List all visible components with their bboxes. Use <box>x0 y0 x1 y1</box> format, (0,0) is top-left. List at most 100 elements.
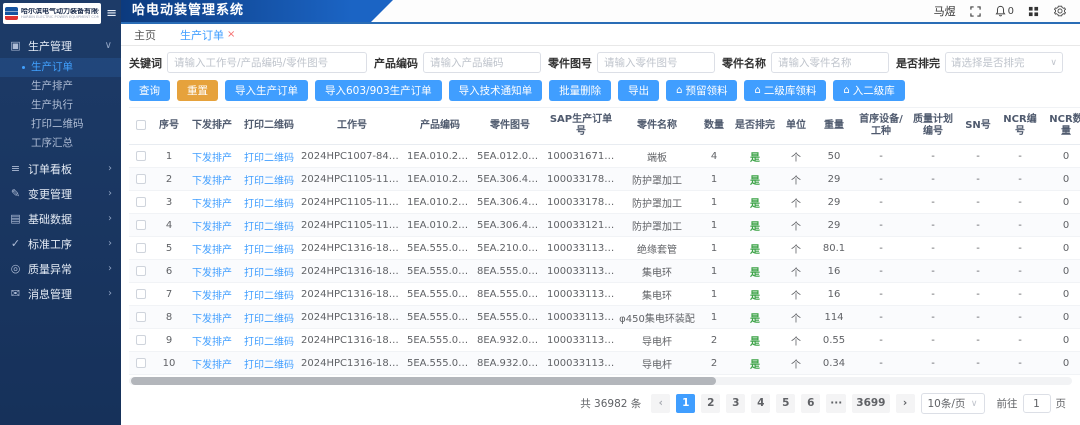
row-checkbox[interactable] <box>136 358 146 368</box>
filter-input-零件名称[interactable] <box>771 52 889 73</box>
row-checkbox[interactable] <box>136 151 146 161</box>
filter-input-零件图号[interactable] <box>597 52 715 73</box>
filter-select-是否排完[interactable]: 请选择是否排完∨ <box>945 52 1063 73</box>
button-入二级库[interactable]: ⌂入二级库 <box>833 80 904 101</box>
tab-主页[interactable]: 主页 <box>134 24 156 45</box>
table-row: 1下发排产打印二维码2024HPC1007-847-11EA.010.21175… <box>129 145 1080 168</box>
sidebar-item-工序汇总[interactable]: 工序汇总 <box>0 134 121 153</box>
sidebar-collapse-icon[interactable]: ≡ <box>104 7 119 20</box>
cell-scheduled: 是 <box>731 191 779 214</box>
more-pages-button[interactable]: ··· <box>826 394 846 413</box>
schedule-link[interactable]: 下发排产 <box>192 291 232 302</box>
sidebar-group-label: 订单看板 <box>28 161 102 177</box>
cell-work-no: 2024HPC1316-1833-2 <box>299 260 405 283</box>
apps-grid-icon[interactable] <box>1027 5 1040 18</box>
sidebar-group-变更管理[interactable]: ✎变更管理› <box>0 181 121 206</box>
settings-gear-icon[interactable] <box>1053 5 1066 18</box>
sidebar-group-基础数据[interactable]: ▤基础数据› <box>0 206 121 231</box>
goto-page-input[interactable] <box>1023 394 1051 413</box>
button-label: 二级库领料 <box>764 83 817 98</box>
user-name[interactable]: 马煜 <box>934 3 956 19</box>
column-header-数量: 数量 <box>697 108 731 145</box>
filter-input-产品编码[interactable] <box>423 52 541 73</box>
horizontal-scrollbar-thumb[interactable] <box>131 377 716 385</box>
next-page-button[interactable]: › <box>896 394 915 413</box>
page-button-6[interactable]: 6 <box>801 394 820 413</box>
notification-bell-icon[interactable]: 0 <box>995 5 1014 17</box>
row-checkbox[interactable] <box>136 197 146 207</box>
sidebar-item-打印二维码[interactable]: 打印二维码 <box>0 115 121 134</box>
sidebar-group-质量异常[interactable]: ◎质量异常› <box>0 256 121 281</box>
print-qr-link[interactable]: 打印二维码 <box>244 314 294 325</box>
cell-part-name: 导电杆 <box>617 329 697 352</box>
filter-row: 关键词产品编码零件图号零件名称是否排完请选择是否排完∨ <box>129 52 1072 73</box>
schedule-link[interactable]: 下发排产 <box>192 360 232 371</box>
page-button-5[interactable]: 5 <box>776 394 795 413</box>
page-button-3699[interactable]: 3699 <box>852 394 889 413</box>
schedule-link[interactable]: 下发排产 <box>192 268 232 279</box>
sidebar-group-标准工序[interactable]: ✓标准工序› <box>0 231 121 256</box>
button-二级库领料[interactable]: ⌂二级库领料 <box>744 80 826 101</box>
fullscreen-icon[interactable] <box>969 5 982 18</box>
row-checkbox[interactable] <box>136 289 146 299</box>
cell-ncr-qty: 0 <box>1043 352 1080 375</box>
sidebar-group-生产管理[interactable]: ▣生产管理∨ <box>0 33 121 58</box>
print-qr-link[interactable]: 打印二维码 <box>244 222 294 233</box>
page-button-3[interactable]: 3 <box>726 394 745 413</box>
print-qr-link[interactable]: 打印二维码 <box>244 360 294 371</box>
prev-page-button[interactable]: ‹ <box>651 394 670 413</box>
tab-close-icon[interactable]: × <box>227 29 235 40</box>
row-checkbox[interactable] <box>136 335 146 345</box>
page-button-2[interactable]: 2 <box>701 394 720 413</box>
button-导入技术通知单[interactable]: 导入技术通知单 <box>449 80 543 101</box>
button-导入603/903生产订单[interactable]: 导入603/903生产订单 <box>315 80 442 101</box>
schedule-link[interactable]: 下发排产 <box>192 245 232 256</box>
schedule-link[interactable]: 下发排产 <box>192 199 232 210</box>
cell-sn: - <box>959 306 997 329</box>
print-qr-link[interactable]: 打印二维码 <box>244 337 294 348</box>
page-button-4[interactable]: 4 <box>751 394 770 413</box>
select-all-checkbox[interactable] <box>136 120 146 130</box>
schedule-link[interactable]: 下发排产 <box>192 337 232 348</box>
button-导出[interactable]: 导出 <box>618 80 659 101</box>
row-checkbox[interactable] <box>136 220 146 230</box>
button-批量删除[interactable]: 批量删除 <box>549 80 611 101</box>
sidebar-item-生产订单[interactable]: 生产订单 <box>0 58 121 77</box>
cell-part-no: 8EA.555.0347 <box>475 283 545 306</box>
schedule-link[interactable]: 下发排产 <box>192 314 232 325</box>
row-checkbox[interactable] <box>136 266 146 276</box>
cell-no: 10 <box>153 352 185 375</box>
schedule-link[interactable]: 下发排产 <box>192 176 232 187</box>
button-预留领料[interactable]: ⌂预留领料 <box>666 80 737 101</box>
schedule-link[interactable]: 下发排产 <box>192 222 232 233</box>
button-查询[interactable]: 查询 <box>129 80 170 101</box>
row-checkbox[interactable] <box>136 174 146 184</box>
goto-label: 前往 <box>997 396 1018 411</box>
cell-sap-no: 10003167172 <box>545 145 617 168</box>
tab-生产订单[interactable]: 生产订单× <box>180 24 235 45</box>
row-checkbox[interactable] <box>136 312 146 322</box>
print-qr-link[interactable]: 打印二维码 <box>244 268 294 279</box>
print-qr-link[interactable]: 打印二维码 <box>244 199 294 210</box>
page-button-1[interactable]: 1 <box>676 394 695 413</box>
cell-part-name: φ450集电环装配 <box>617 306 697 329</box>
sidebar-item-生产排产[interactable]: 生产排产 <box>0 77 121 96</box>
cell-sap-no: 10003317840 <box>545 168 617 191</box>
print-qr-link[interactable]: 打印二维码 <box>244 153 294 164</box>
sidebar-item-生产执行[interactable]: 生产执行 <box>0 96 121 115</box>
print-qr-link[interactable]: 打印二维码 <box>244 291 294 302</box>
print-qr-link[interactable]: 打印二维码 <box>244 176 294 187</box>
button-重置[interactable]: 重置 <box>177 80 218 101</box>
scheduled-badge: 是 <box>750 314 760 325</box>
app-root: 哈尔滨电气动力装备有限公司 HARBIN ELECTRIC POWER EQUI… <box>0 0 1080 425</box>
filter-input-关键词[interactable] <box>167 52 367 73</box>
schedule-link[interactable]: 下发排产 <box>192 153 232 164</box>
page-size-select[interactable]: 10条/页∨ <box>921 393 985 414</box>
row-checkbox[interactable] <box>136 243 146 253</box>
print-qr-link[interactable]: 打印二维码 <box>244 245 294 256</box>
button-导入生产订单[interactable]: 导入生产订单 <box>225 80 308 101</box>
column-header-SN号: SN号 <box>959 108 997 145</box>
sidebar-group-订单看板[interactable]: ≡订单看板› <box>0 156 121 181</box>
filter-label: 零件图号 <box>548 55 592 71</box>
sidebar-group-消息管理[interactable]: ✉消息管理› <box>0 281 121 306</box>
